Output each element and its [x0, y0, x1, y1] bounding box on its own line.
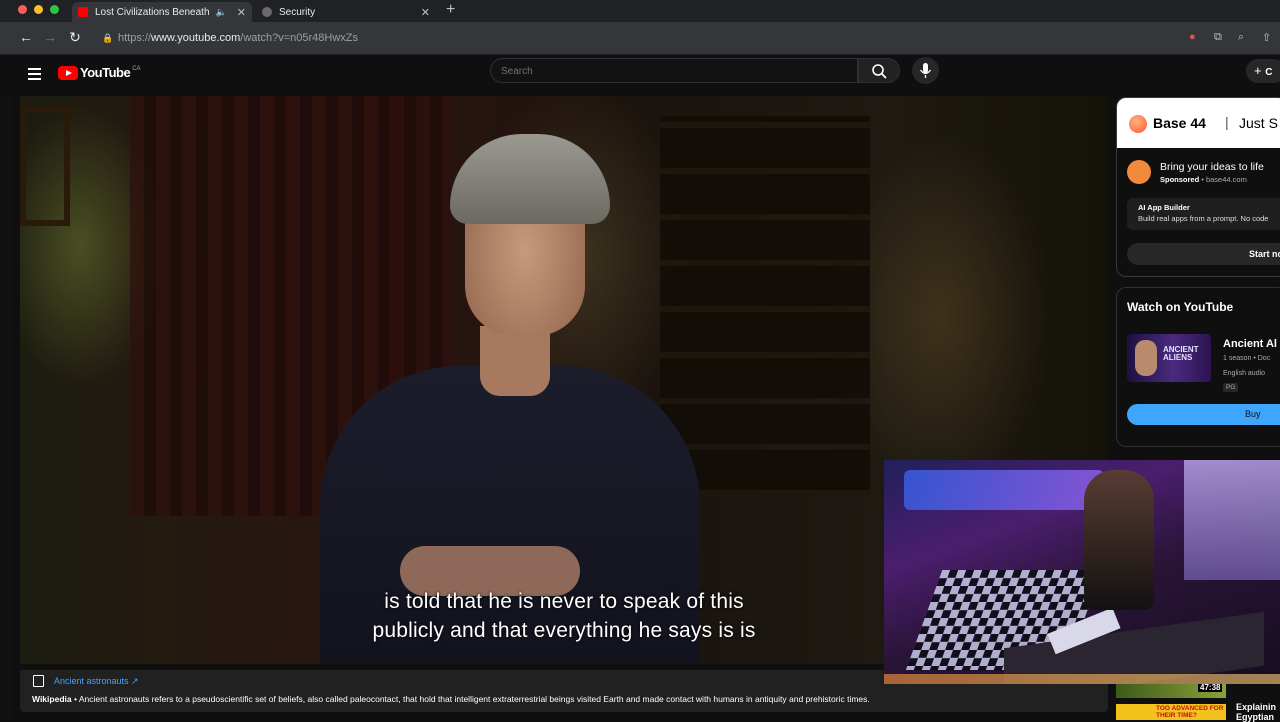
- rating-badge: PG: [1223, 383, 1239, 392]
- voice-search-button[interactable]: [912, 57, 939, 84]
- info-topic-link[interactable]: Ancient astronauts ↗: [54, 676, 139, 687]
- webcam-light-strip: [884, 674, 1280, 684]
- youtube-play-icon: [58, 65, 78, 80]
- related-video-title[interactable]: Explainin Egyptian: [1236, 702, 1276, 722]
- ad-box-heading: AI App Builder: [1138, 203, 1190, 212]
- url-text: https://www.youtube.com/watch?v=n05r48Hw…: [118, 26, 358, 50]
- minimize-window-button[interactable]: [34, 5, 43, 14]
- menu-icon[interactable]: [28, 68, 41, 83]
- webcam-led-light: [904, 470, 1104, 510]
- url-path: /watch?v=n05r48HwxZs: [240, 32, 358, 44]
- page-edge: [0, 96, 10, 720]
- youtube-favicon-icon: [78, 7, 88, 17]
- microphone-icon: [919, 63, 932, 78]
- ad-title[interactable]: Bring your ideas to life: [1160, 161, 1264, 173]
- ad-banner[interactable]: Base 44 | Just S: [1117, 98, 1280, 148]
- tab-title: Security: [279, 6, 316, 18]
- open-in-app-icon[interactable]: ⧉: [1214, 31, 1222, 44]
- tab-youtube-video[interactable]: Lost Civilizations Beneath 🔈 ✕: [72, 2, 252, 22]
- buy-button[interactable]: Buy: [1127, 404, 1280, 425]
- advertiser-avatar: [1127, 160, 1151, 184]
- show-thumbnail[interactable]: ANCIENT ALIENS: [1127, 334, 1211, 382]
- speaker-hands: [400, 546, 580, 596]
- maximize-window-button[interactable]: [50, 5, 59, 14]
- show-season-info: 1 season • Doc: [1223, 355, 1271, 362]
- watch-on-youtube-card: Watch on YouTube ANCIENT ALIENS Ancient A…: [1116, 287, 1280, 447]
- show-title[interactable]: Ancient Al: [1223, 338, 1277, 350]
- create-button[interactable]: + C: [1246, 59, 1280, 83]
- lock-icon[interactable]: 🔒: [102, 26, 113, 50]
- url-host: www.youtube.com: [151, 32, 241, 44]
- google-favicon-icon: [262, 7, 272, 17]
- sponsored-label: Sponsored: [1160, 175, 1200, 184]
- webcam-overlay: [884, 460, 1280, 684]
- ad-separator: |: [1225, 114, 1229, 130]
- extension-icon[interactable]: ●: [1189, 31, 1196, 43]
- close-tab-icon[interactable]: ✕: [237, 6, 246, 19]
- related-video-thumbnail[interactable]: TOO ADVANCED FOR THEIR TIME?: [1116, 704, 1226, 720]
- search-icon: [872, 64, 887, 79]
- tab-security[interactable]: Security ✕: [256, 2, 436, 22]
- browser-tab-bar: Lost Civilizations Beneath 🔈 ✕ Security …: [0, 0, 1280, 22]
- wall-frame: [20, 106, 70, 226]
- webcam-window: [1184, 460, 1280, 580]
- thumbnail-face: [1135, 340, 1157, 376]
- back-arrow-icon[interactable]: ←: [18, 29, 34, 45]
- base44-logo-icon: [1129, 115, 1147, 133]
- tab-title: Lost Civilizations Beneath: [95, 6, 210, 18]
- ad-description-box: AI App Builder Build real apps from a pr…: [1127, 198, 1280, 230]
- speaker-neck: [480, 326, 550, 396]
- close-window-button[interactable]: [18, 5, 27, 14]
- speaker-icon[interactable]: 🔈: [216, 7, 227, 18]
- youtube-wordmark: YouTube: [80, 65, 131, 80]
- start-now-button[interactable]: Start now: [1127, 243, 1280, 265]
- youtube-header: YouTube CA + C: [0, 55, 1280, 96]
- thumbnail-caption: TOO ADVANCED FOR THEIR TIME?: [1156, 705, 1224, 719]
- forward-arrow-icon[interactable]: →: [42, 29, 58, 45]
- ad-brand: Base 44: [1153, 115, 1206, 131]
- ad-tagline: Just S: [1239, 115, 1278, 131]
- info-description: Wikipedia • Ancient astronauts refers to…: [32, 694, 870, 704]
- url-scheme: https://: [118, 32, 152, 44]
- country-code: CA: [132, 65, 141, 72]
- close-tab-icon[interactable]: ✕: [421, 6, 430, 19]
- thumbnail-text: ANCIENT ALIENS: [1163, 346, 1199, 362]
- webcam-person: [1084, 470, 1154, 610]
- related-title-line-2: Egyptian: [1236, 712, 1275, 722]
- window-controls: [18, 5, 59, 14]
- thumbnail-text-line-2: ALIENS: [1163, 353, 1193, 362]
- ad-meta: Sponsored • base44.com: [1160, 175, 1247, 184]
- zoom-icon[interactable]: ⌕: [1238, 31, 1244, 44]
- plus-icon: +: [1254, 63, 1262, 78]
- address-bar[interactable]: 🔒 https://www.youtube.com/watch?v=n05r48…: [94, 26, 1166, 50]
- info-source: Wikipedia: [32, 694, 72, 704]
- share-icon[interactable]: ⇧: [1262, 31, 1271, 44]
- bookshelf: [660, 116, 870, 496]
- ad-domain: • base44.com: [1199, 175, 1247, 184]
- browser-toolbar: ← → ↻ 🔒 https://www.youtube.com/watch?v=…: [0, 22, 1280, 55]
- search-box: [490, 58, 858, 84]
- create-label: C: [1265, 67, 1273, 78]
- show-audio-info: English audio: [1223, 370, 1266, 377]
- watch-heading: Watch on YouTube: [1127, 300, 1234, 314]
- video-duration: 47:38: [1198, 683, 1223, 692]
- search-button[interactable]: [858, 58, 900, 83]
- info-text: • Ancient astronauts refers to a pseudos…: [71, 694, 870, 704]
- sponsored-ad-card[interactable]: Base 44 | Just S Bring your ideas to lif…: [1116, 97, 1280, 277]
- new-tab-button[interactable]: +: [446, 1, 455, 19]
- related-title-line-1: Explainin: [1236, 702, 1277, 712]
- youtube-logo[interactable]: YouTube CA: [58, 65, 141, 80]
- ad-box-text: Build real apps from a prompt. No code: [1138, 214, 1269, 223]
- reload-icon[interactable]: ↻: [67, 29, 83, 46]
- document-icon: [33, 675, 44, 687]
- search-input[interactable]: [499, 59, 843, 84]
